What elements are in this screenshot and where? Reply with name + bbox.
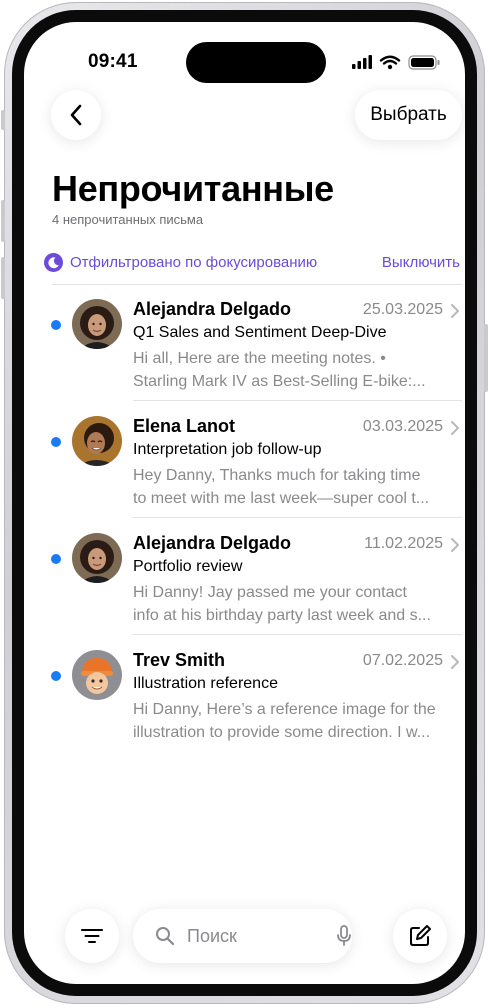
message-subject: Illustration reference	[133, 675, 278, 692]
message-preview: Hi Danny! Jay passed me your contact inf…	[133, 581, 461, 627]
sender-name: Trev Smith	[133, 650, 226, 670]
status-icons	[352, 53, 442, 71]
wifi-icon	[379, 55, 401, 65]
message-subject: Portfolio review	[133, 558, 243, 575]
chevron-right-icon	[451, 421, 459, 435]
side-button	[484, 324, 488, 392]
chevron-right-icon	[451, 655, 459, 669]
unread-dot	[51, 554, 61, 564]
message-preview: Hey Danny, Thanks much for taking time t…	[133, 464, 461, 510]
chevron-right-icon	[451, 538, 459, 552]
compose-icon	[410, 925, 431, 946]
divider	[133, 517, 462, 518]
dynamic-island	[186, 42, 326, 83]
avatar	[72, 650, 122, 700]
filter-lines-icon	[81, 929, 103, 943]
bezel: 09:41 Выбрать Непрочитанные 4 непрочитан…	[12, 10, 477, 996]
microphone-icon[interactable]	[336, 924, 352, 948]
filter-button[interactable]	[65, 909, 119, 963]
avatar	[72, 299, 122, 349]
preview-line: info at his birthday party last week and…	[133, 607, 431, 624]
search-icon	[156, 927, 175, 946]
preview-line: Hi Danny, Here’s a reference image for t…	[133, 701, 436, 718]
sender-name: Elena Lanot	[133, 416, 236, 436]
preview-line: Starling Mark IV as Best-Selling E-bike:…	[133, 373, 426, 390]
page-title: Непрочитанные	[52, 168, 334, 209]
action-button	[1, 110, 5, 130]
focus-filter-label: Отфильтровано по фокусированию	[70, 254, 318, 271]
avatar	[72, 416, 122, 466]
unread-dot	[51, 671, 61, 681]
cellular-signal-icon	[352, 55, 372, 69]
sender-name: Alejandra Delgado	[133, 299, 292, 319]
status-time: 09:41	[88, 51, 138, 72]
back-button[interactable]	[51, 90, 101, 140]
battery-icon	[408, 55, 440, 70]
message-date: 03.03.2025	[362, 418, 443, 435]
search-input[interactable]: Поиск	[133, 909, 352, 963]
divider	[133, 400, 462, 401]
volume-down-button	[1, 257, 5, 299]
preview-line: illustration to provide some direction. …	[133, 724, 431, 741]
message-preview: Hi all, Here are the meeting notes. • St…	[133, 347, 461, 393]
screen: 09:41 Выбрать Непрочитанные 4 непрочитан…	[24, 22, 465, 984]
compose-button[interactable]	[393, 909, 447, 963]
search-placeholder: Поиск	[187, 926, 237, 946]
message-subject: Interpretation job follow-up	[133, 441, 322, 458]
mail-list-item[interactable]: Alejandra Delgado 11.02.2025 Portfolio r…	[24, 519, 465, 635]
unread-dot	[51, 320, 61, 330]
message-subject: Q1 Sales and Sentiment Deep-Dive	[133, 324, 387, 341]
preview-line: Hi all, Here are the meeting notes. •	[133, 350, 386, 367]
moon-icon	[44, 253, 63, 272]
avatar	[72, 533, 122, 583]
mail-list-item[interactable]: Trev Smith 07.02.2025 Illustration refer…	[24, 636, 465, 752]
sender-name: Alejandra Delgado	[133, 533, 292, 553]
message-preview: Hi Danny, Here’s a reference image for t…	[133, 698, 461, 744]
phone-frame: 09:41 Выбрать Непрочитанные 4 непрочитан…	[1, 2, 488, 1004]
select-button[interactable]: Выбрать	[355, 90, 462, 140]
preview-line: Hey Danny, Thanks much for taking time	[133, 467, 421, 484]
message-date: 25.03.2025	[362, 301, 443, 318]
preview-line: Hi Danny! Jay passed me your contact	[133, 584, 407, 601]
message-date: 11.02.2025	[364, 535, 443, 552]
message-date: 07.02.2025	[362, 652, 443, 669]
divider	[133, 634, 462, 635]
unread-count-text: 4 непрочитанных письма	[52, 212, 204, 227]
chevron-left-icon	[70, 104, 82, 126]
volume-up-button	[1, 200, 5, 242]
mail-list-item[interactable]: Elena Lanot 03.03.2025 Interpretation jo…	[24, 402, 465, 518]
chevron-right-icon	[451, 304, 459, 318]
focus-filter-bar: Отфильтровано по фокусированию Выключить	[44, 252, 462, 274]
preview-line: to meet with me last week—super cool t..…	[133, 490, 430, 507]
mail-list-item[interactable]: Alejandra Delgado 25.03.2025 Q1 Sales an…	[24, 285, 465, 401]
unread-dot	[51, 437, 61, 447]
disable-filter-button[interactable]: Выключить	[382, 254, 460, 271]
